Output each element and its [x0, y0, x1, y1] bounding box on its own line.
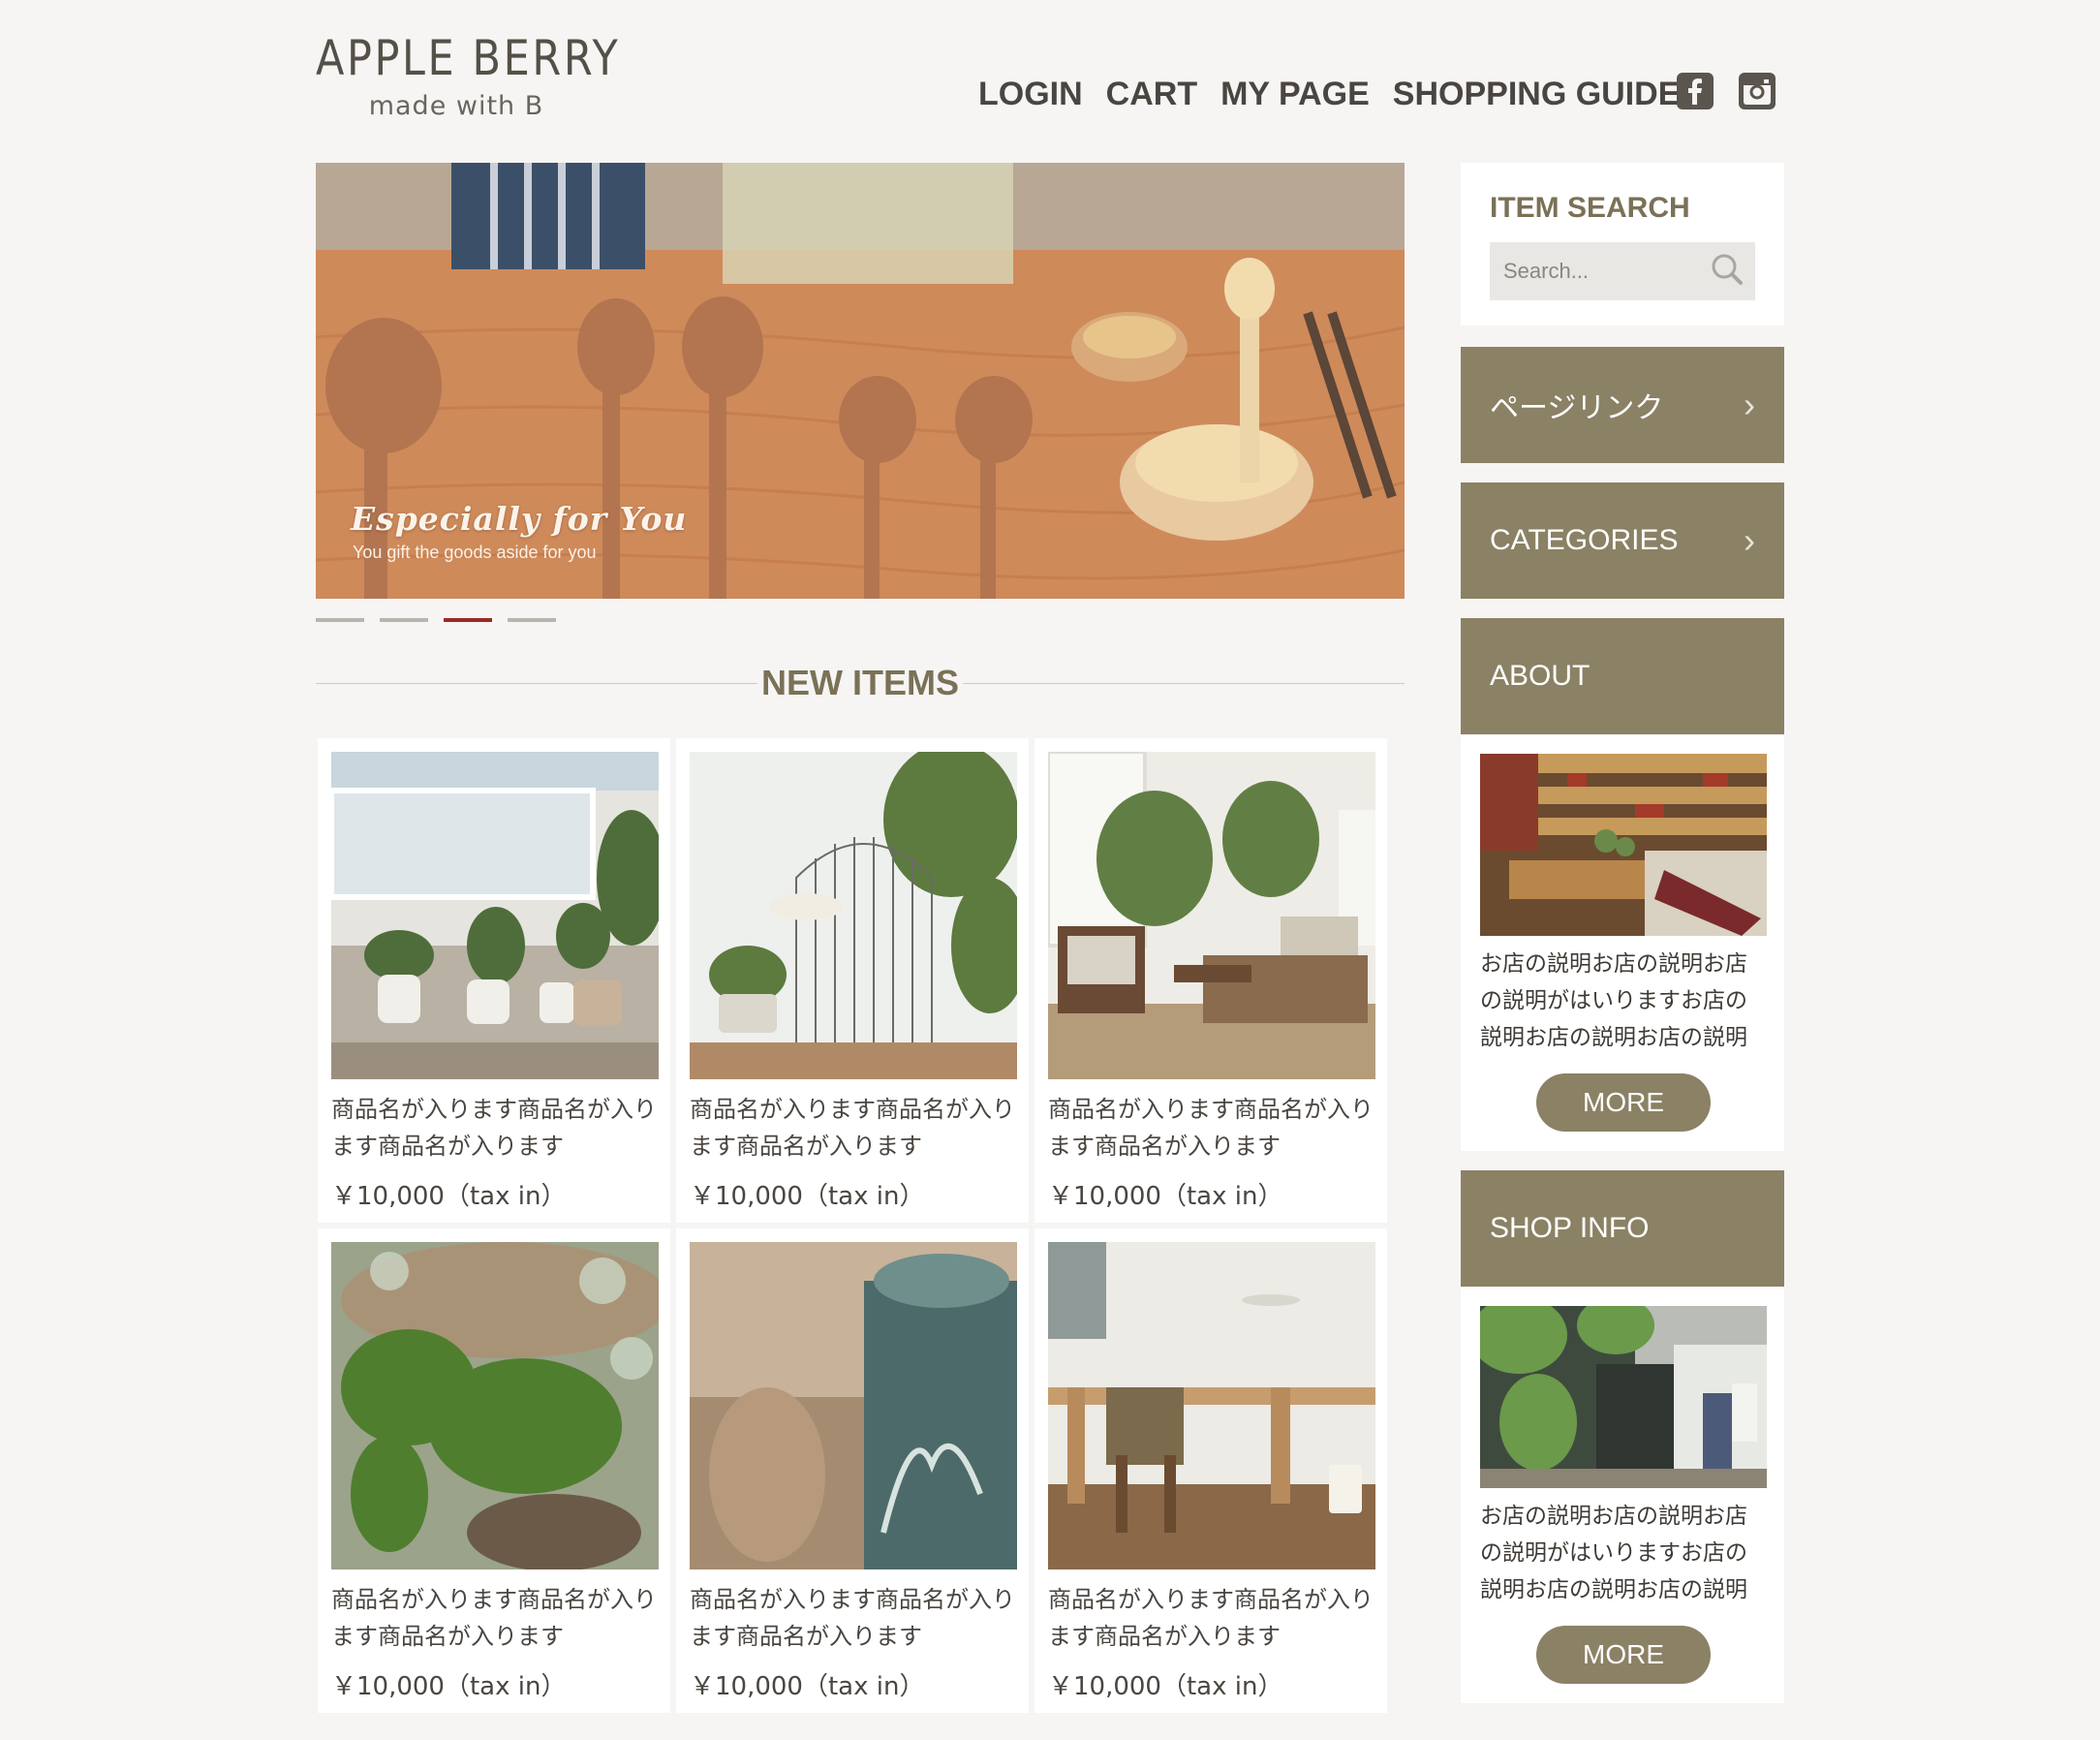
- about-panel: お店の説明お店の説明お店の説明がはいりますお店の説明お店の説明お店の説明 MOR…: [1461, 734, 1784, 1151]
- product-name[interactable]: 商品名が入ります商品名が入ります商品名が入ります: [690, 1581, 1015, 1655]
- product-price: ￥10,000（tax in）: [690, 1672, 925, 1701]
- logo-subtitle: made with B: [368, 91, 544, 121]
- shop-info-image: [1480, 1306, 1767, 1488]
- product-price: ￥10,000（tax in）: [331, 1182, 567, 1211]
- page-link-label: ページリンク: [1490, 392, 1664, 424]
- product-image[interactable]: [690, 1242, 1017, 1569]
- product-image[interactable]: [331, 752, 659, 1079]
- shop-info-title: SHOP INFO: [1490, 1212, 1650, 1244]
- categories-label: CATEGORIES: [1490, 524, 1679, 556]
- nav-login-link[interactable]: LOGIN: [978, 76, 1083, 113]
- shop-info-panel: お店の説明お店の説明お店の説明がはいりますお店の説明お店の説明お店の説明 MOR…: [1461, 1287, 1784, 1703]
- page-link-button[interactable]: ページリンク ›: [1461, 347, 1784, 463]
- slider-dot-4[interactable]: [508, 618, 556, 622]
- product-card[interactable]: 商品名が入ります商品名が入ります商品名が入ります ￥10,000（tax in）: [318, 1228, 670, 1713]
- product-price: ￥10,000（tax in）: [690, 1182, 925, 1211]
- instagram-icon[interactable]: [1738, 72, 1776, 115]
- about-more-button[interactable]: MORE: [1536, 1073, 1711, 1132]
- item-search-panel: ITEM SEARCH: [1461, 163, 1784, 326]
- product-name[interactable]: 商品名が入ります商品名が入ります商品名が入ります: [1048, 1581, 1374, 1655]
- chevron-right-icon: ›: [1744, 385, 1755, 424]
- hero-slider[interactable]: Especially for You You gift the goods as…: [316, 163, 1405, 599]
- categories-button[interactable]: CATEGORIES ›: [1461, 482, 1784, 599]
- facebook-icon[interactable]: [1676, 72, 1714, 115]
- product-price: ￥10,000（tax in）: [1048, 1672, 1283, 1701]
- product-image[interactable]: [690, 752, 1017, 1079]
- slider-dots: [316, 618, 571, 622]
- new-items-heading: NEW ITEMS: [316, 659, 1405, 707]
- product-card[interactable]: 商品名が入ります商品名が入ります商品名が入ります ￥10,000（tax in）: [318, 738, 670, 1223]
- chevron-right-icon: ›: [1744, 520, 1755, 560]
- about-image: [1480, 754, 1767, 936]
- slider-dot-3[interactable]: [444, 618, 492, 622]
- product-grid: 商品名が入ります商品名が入ります商品名が入ります ￥10,000（tax in）: [318, 738, 1389, 1713]
- site-logo[interactable]: APPLE BERRY made with B: [316, 29, 621, 121]
- nav-shopping-guide-link[interactable]: SHOPPING GUIDE: [1393, 76, 1681, 113]
- product-image[interactable]: [1048, 1242, 1375, 1569]
- nav-mypage-link[interactable]: MY PAGE: [1220, 76, 1370, 113]
- shop-info-description: お店の説明お店の説明お店の説明がはいりますお店の説明お店の説明お店の説明: [1480, 1504, 1747, 1602]
- hero-subtitle: You gift the goods aside for you: [353, 543, 597, 562]
- product-name[interactable]: 商品名が入ります商品名が入ります商品名が入ります: [1048, 1091, 1374, 1165]
- shop-info-header[interactable]: SHOP INFO: [1461, 1170, 1784, 1287]
- search-icon[interactable]: [1711, 253, 1744, 291]
- product-name[interactable]: 商品名が入ります商品名が入ります商品名が入ります: [331, 1581, 657, 1655]
- product-price: ￥10,000（tax in）: [331, 1672, 567, 1701]
- about-header[interactable]: ABOUT: [1461, 618, 1784, 734]
- hero-title: Especially for You: [351, 500, 688, 538]
- main-nav: LOGIN CART MY PAGE SHOPPING GUIDE: [978, 76, 1703, 113]
- product-price: ￥10,000（tax in）: [1048, 1182, 1283, 1211]
- search-field[interactable]: [1490, 242, 1755, 300]
- product-name[interactable]: 商品名が入ります商品名が入ります商品名が入ります: [690, 1091, 1015, 1165]
- search-input[interactable]: [1501, 258, 1695, 285]
- product-card[interactable]: 商品名が入ります商品名が入ります商品名が入ります ￥10,000（tax in）: [676, 1228, 1029, 1713]
- product-card[interactable]: 商品名が入ります商品名が入ります商品名が入ります ￥10,000（tax in）: [1035, 738, 1387, 1223]
- nav-cart-link[interactable]: CART: [1106, 76, 1197, 113]
- product-name[interactable]: 商品名が入ります商品名が入ります商品名が入ります: [331, 1091, 657, 1165]
- slider-dot-2[interactable]: [380, 618, 428, 622]
- divider: [963, 683, 1405, 684]
- product-image[interactable]: [331, 1242, 659, 1569]
- product-image[interactable]: [1048, 752, 1375, 1079]
- product-card[interactable]: 商品名が入ります商品名が入ります商品名が入ります ￥10,000（tax in）: [676, 738, 1029, 1223]
- item-search-title: ITEM SEARCH: [1490, 192, 1690, 224]
- shop-info-more-button[interactable]: MORE: [1536, 1626, 1711, 1684]
- product-card[interactable]: 商品名が入ります商品名が入ります商品名が入ります ￥10,000（tax in）: [1035, 1228, 1387, 1713]
- about-title: ABOUT: [1490, 660, 1590, 692]
- slider-dot-1[interactable]: [316, 618, 364, 622]
- about-description: お店の説明お店の説明お店の説明がはいりますお店の説明お店の説明お店の説明: [1480, 951, 1747, 1050]
- logo-title: APPLE BERRY: [316, 30, 621, 86]
